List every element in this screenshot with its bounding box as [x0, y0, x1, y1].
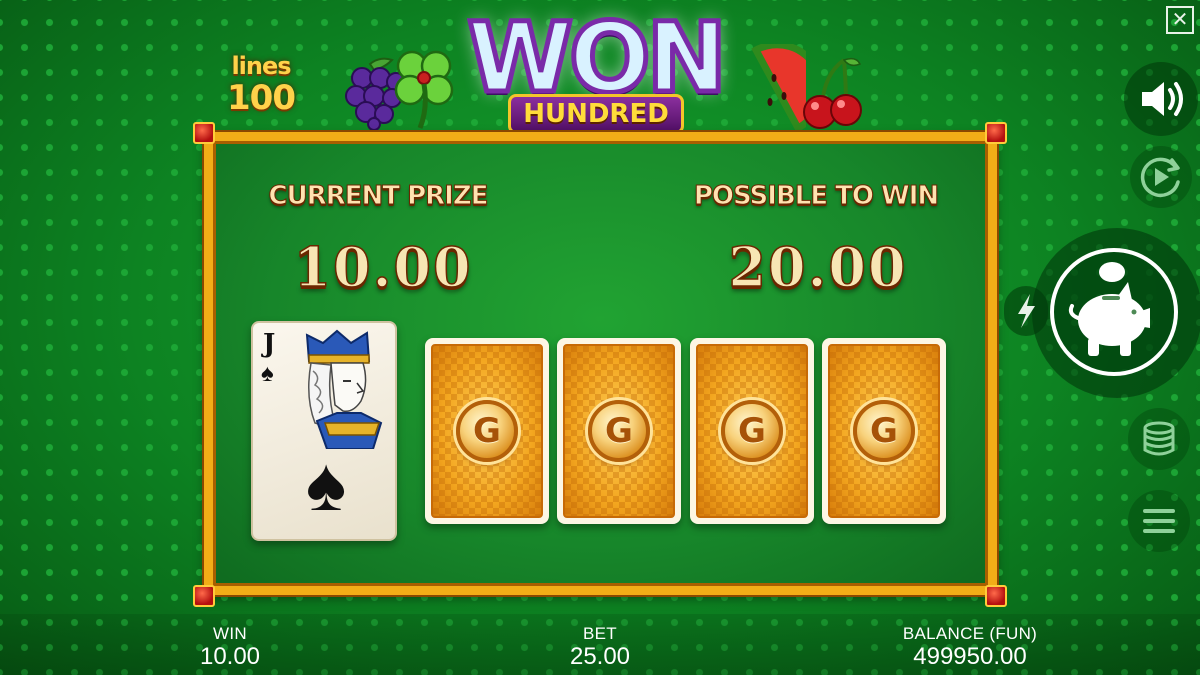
sound-button[interactable] [1124, 62, 1198, 136]
autoplay-icon [1140, 157, 1180, 198]
g-emblem-icon: G [721, 400, 783, 462]
balance-label: BALANCE (FUN) [902, 624, 1038, 643]
g-emblem-icon: G [853, 400, 915, 462]
balance-value: 499950.00 [913, 643, 1027, 670]
current-prize-value: 10.00 [293, 234, 473, 300]
watermelon-icon [751, 44, 806, 133]
bet-display: BET 25.00 [540, 624, 660, 670]
win-display: WIN 10.00 [170, 624, 290, 670]
g-emblem-icon: G [588, 400, 650, 462]
board-corner-ornament [193, 585, 215, 607]
close-icon: ✕ [1171, 7, 1189, 31]
jack-portrait-icon [305, 329, 383, 449]
win-value: 10.00 [199, 643, 261, 670]
logo-subtitle: HUNDRED [508, 94, 684, 134]
possible-win-label: POSSIBLE TO WIN [693, 181, 939, 212]
card-suit-small: ♠ [261, 360, 274, 387]
menu-button[interactable] [1128, 490, 1190, 552]
game-logo: WON HUNDRED [430, 4, 760, 134]
coin-stack-icon [1143, 421, 1175, 456]
turbo-button[interactable] [1004, 286, 1048, 336]
cherries-icon [803, 57, 862, 129]
bet-settings-button[interactable] [1128, 408, 1190, 470]
card-rank: J [263, 329, 276, 359]
face-down-card-1[interactable]: G [425, 338, 549, 524]
board-corner-ornament [985, 585, 1007, 607]
autoplay-button[interactable] [1130, 146, 1192, 208]
win-label: WIN [213, 624, 247, 643]
lightning-icon [1018, 294, 1035, 328]
hamburger-menu-icon [1143, 509, 1175, 533]
dealer-card: J ♠ ♠ [251, 321, 397, 541]
lines-label: lines [231, 52, 291, 80]
face-down-card-4[interactable]: G [822, 338, 946, 524]
balance-display: BALANCE (FUN) 499950.00 [880, 624, 1060, 670]
g-emblem-icon: G [456, 400, 518, 462]
board-corner-ornament [193, 122, 215, 144]
close-button[interactable]: ✕ [1166, 6, 1194, 34]
lines-count: 100 [227, 78, 296, 118]
piggy-bank-icon [1068, 262, 1150, 356]
bet-label: BET [583, 624, 617, 643]
bet-value: 25.00 [569, 643, 631, 670]
lines-badge: lines 100 [218, 52, 304, 124]
board-corner-ornament [985, 122, 1007, 144]
speaker-icon [1142, 82, 1183, 116]
possible-win-value: 20.00 [728, 234, 908, 300]
spin-button[interactable] [1050, 248, 1178, 376]
card-suit-large: ♠ [305, 442, 347, 527]
current-prize-label: CURRENT PRIZE [268, 181, 489, 212]
face-down-card-2[interactable]: G [557, 338, 681, 524]
face-down-card-3[interactable]: G [690, 338, 814, 524]
